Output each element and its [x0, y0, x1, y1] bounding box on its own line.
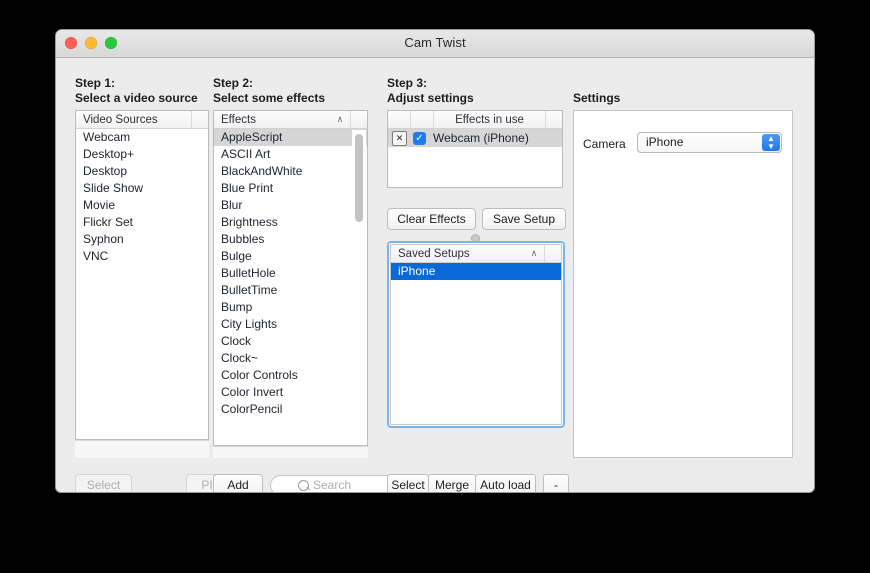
chevron-updown-icon[interactable]: ▲ ▼: [762, 134, 780, 151]
list-item[interactable]: Bubbles: [214, 231, 367, 248]
list-item[interactable]: ASCII Art: [214, 146, 367, 163]
step2-heading: Step 2: Select some effects: [213, 76, 326, 105]
effects-in-use-header: Effects in use: [388, 111, 562, 129]
title-bar: Cam Twist: [56, 30, 814, 58]
video-sources-header: Video Sources: [76, 111, 208, 129]
chevron-up-icon[interactable]: ∧: [330, 114, 350, 125]
search-icon: [298, 480, 309, 491]
list-item[interactable]: Movie: [76, 197, 208, 214]
list-item[interactable]: VNC: [76, 248, 208, 265]
effects-scrollbar-thumb[interactable]: [355, 134, 363, 222]
saved-setups-header: Saved Setups ∧: [391, 245, 561, 263]
step1-heading: Step 1: Select a video source: [75, 76, 198, 105]
list-item[interactable]: BulletTime: [214, 282, 367, 299]
auto-load-button[interactable]: Auto load: [475, 474, 536, 492]
video-sources-footer: [75, 440, 209, 458]
effects-in-use-row[interactable]: ✕ ✓ Webcam (iPhone): [388, 129, 562, 147]
saved-setups-list[interactable]: Saved Setups ∧ iPhone: [390, 244, 562, 425]
saved-setups-panel[interactable]: Saved Setups ∧ iPhone: [387, 241, 565, 428]
merge-setup-button[interactable]: Merge: [428, 474, 476, 492]
list-item[interactable]: Blue Print: [214, 180, 367, 197]
settings-panel: Camera iPhone ▲ ▼: [573, 110, 793, 458]
list-item[interactable]: ColorPencil: [214, 401, 367, 418]
list-item[interactable]: Syphon: [76, 231, 208, 248]
list-item[interactable]: Desktop+: [76, 146, 208, 163]
app-window: Cam Twist Step 1: Select a video source …: [56, 30, 814, 492]
effects-footer: [213, 446, 368, 458]
list-item[interactable]: iPhone: [391, 263, 561, 280]
effects-rows[interactable]: AppleScript ASCII Art BlackAndWhite Blue Pr…: [214, 129, 367, 418]
effects-scrollbar[interactable]: [352, 130, 366, 445]
effects-list[interactable]: Effects ∧ AppleScript ASCII Art BlackAndWh…: [213, 110, 368, 446]
add-effect-button[interactable]: Add: [213, 474, 263, 492]
video-sources-list[interactable]: Video Sources Webcam Desktop+ Desktop Slide…: [75, 110, 209, 440]
effects-in-use-list[interactable]: Effects in use ✕ ✓ Webcam (iPhone): [387, 110, 563, 188]
list-item[interactable]: Blur: [214, 197, 367, 214]
list-item[interactable]: Webcam: [76, 129, 208, 146]
effects-in-use-header-label: Effects in use: [455, 113, 524, 126]
save-setup-button[interactable]: Save Setup: [482, 208, 566, 230]
stepper-down-glyph: ▼: [767, 142, 775, 151]
camera-label: Camera: [583, 137, 626, 151]
remove-effect-icon[interactable]: ✕: [392, 130, 407, 146]
list-item[interactable]: Color Controls: [214, 367, 367, 384]
window-body: Step 1: Select a video source Video Sour…: [56, 58, 814, 492]
saved-setups-header-label: Saved Setups: [398, 247, 470, 260]
list-item[interactable]: AppleScript: [214, 129, 367, 146]
camera-select[interactable]: iPhone ▲ ▼: [637, 132, 782, 153]
effects-header-gap: [350, 111, 367, 128]
list-item[interactable]: Slide Show: [76, 180, 208, 197]
step3-heading: Step 3: Adjust settings: [387, 76, 474, 105]
select-source-button[interactable]: Select: [75, 474, 132, 492]
list-item[interactable]: Flickr Set: [76, 214, 208, 231]
list-item[interactable]: Desktop: [76, 163, 208, 180]
inuse-col-enabled: [411, 111, 434, 128]
video-sources-header-label: Video Sources: [83, 113, 158, 126]
list-item[interactable]: City Lights: [214, 316, 367, 333]
effect-enabled-checkbox[interactable]: ✓: [413, 131, 426, 145]
window-title: Cam Twist: [404, 35, 466, 50]
saved-setups-rows[interactable]: iPhone: [391, 263, 561, 280]
inuse-col-remove: [388, 111, 411, 128]
select-setup-button[interactable]: Select: [387, 474, 429, 492]
saved-setups-header-gap: [544, 245, 561, 262]
camera-selected-value: iPhone: [646, 135, 684, 149]
video-sources-header-gap: [191, 111, 208, 128]
clear-effects-button[interactable]: Clear Effects: [387, 208, 476, 230]
list-item[interactable]: BlackAndWhite: [214, 163, 367, 180]
list-item[interactable]: Color Invert: [214, 384, 367, 401]
effects-header: Effects ∧: [214, 111, 367, 129]
inuse-col-gap: [545, 111, 562, 128]
remove-setup-button[interactable]: -: [543, 474, 569, 492]
search-placeholder: Search: [313, 478, 352, 492]
list-item[interactable]: Bulge: [214, 248, 367, 265]
list-item[interactable]: BulletHole: [214, 265, 367, 282]
chevron-up-icon[interactable]: ∧: [524, 248, 544, 259]
video-sources-rows[interactable]: Webcam Desktop+ Desktop Slide Show Movie Flic…: [76, 129, 208, 265]
effects-header-label: Effects: [221, 113, 256, 126]
effect-in-use-label: Webcam (iPhone): [433, 131, 529, 145]
list-item[interactable]: Brightness: [214, 214, 367, 231]
settings-heading: Settings: [573, 91, 621, 105]
list-item[interactable]: Clock~: [214, 350, 367, 367]
list-item[interactable]: Bump: [214, 299, 367, 316]
list-item[interactable]: Clock: [214, 333, 367, 350]
